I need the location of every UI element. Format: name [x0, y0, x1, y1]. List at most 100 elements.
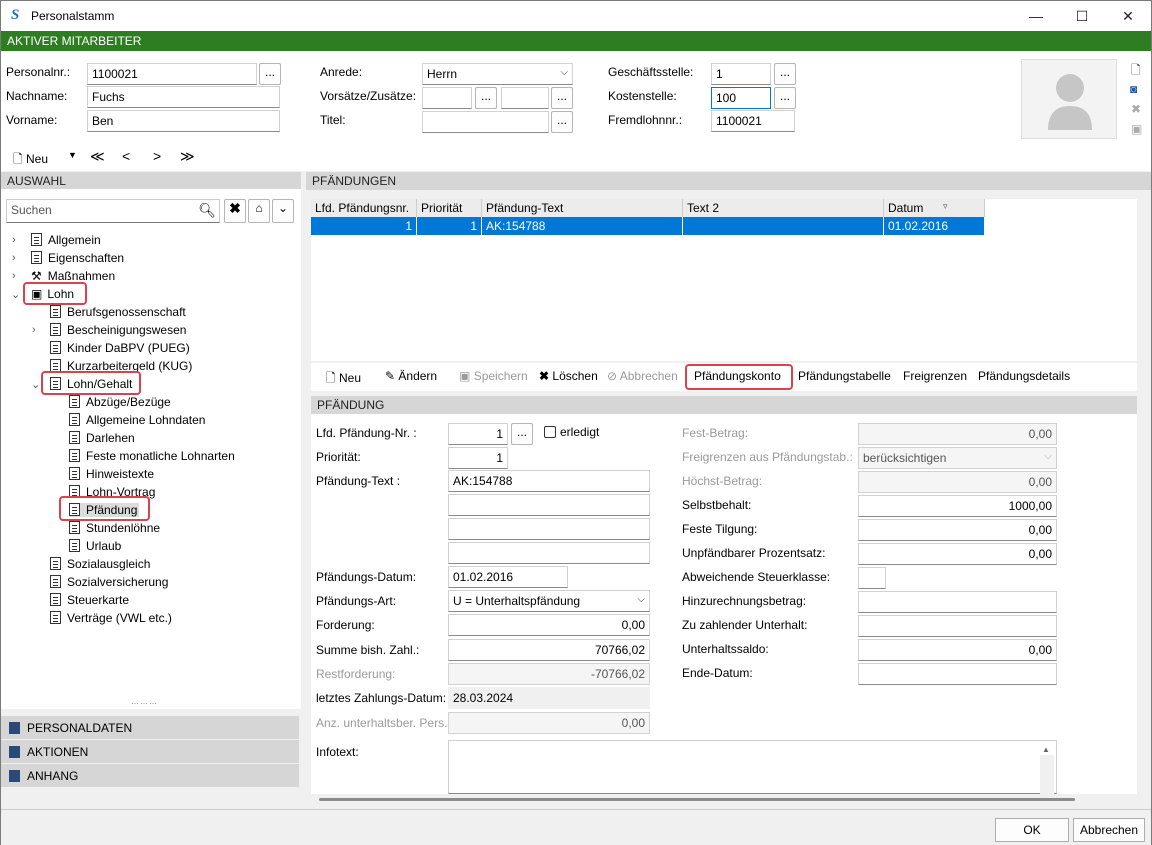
forderung-field[interactable]: 0,00: [448, 614, 650, 636]
datum-field[interactable]: 01.02.2016: [448, 566, 568, 588]
collapse-icon[interactable]: ⌄: [31, 378, 40, 391]
text-field-3[interactable]: [448, 518, 650, 540]
edit-button[interactable]: ✎ Ändern: [385, 369, 437, 383]
minimize-button[interactable]: —: [1013, 1, 1059, 31]
horizontal-scrollbar[interactable]: [319, 798, 1075, 801]
prev-record-button[interactable]: <: [122, 148, 130, 164]
zusaetze-lookup-button[interactable]: ...: [551, 87, 573, 109]
erledigt-checkbox[interactable]: [544, 426, 556, 438]
anrede-select[interactable]: Herrn ⌵: [422, 63, 573, 85]
cancel-edit-button[interactable]: ⊘ Abbrechen: [607, 369, 678, 383]
zuzahl-field[interactable]: [858, 615, 1057, 637]
tree-item-bescheinigungswesen[interactable]: Bescheinigungswesen: [50, 323, 186, 337]
geschaeftsstelle-field[interactable]: 1: [711, 63, 771, 85]
ok-button[interactable]: OK: [995, 818, 1069, 842]
search-input[interactable]: Suchen 🔍︎: [6, 199, 220, 223]
delete-icon[interactable]: ✖: [1131, 102, 1141, 116]
expand-icon[interactable]: ›: [32, 324, 36, 336]
accordion-aktionen[interactable]: AKTIONEN: [1, 740, 299, 764]
new-document-icon[interactable]: 🗋: [1131, 61, 1141, 82]
vorsaetze-field[interactable]: [422, 87, 472, 109]
art-select[interactable]: U = Unterhaltspfändung ⌵: [448, 590, 650, 612]
pfaendungsdetails-button[interactable]: Pfändungsdetails: [978, 369, 1070, 383]
personalnr-lookup-button[interactable]: ...: [259, 63, 281, 85]
column-header[interactable]: Pfändung-Text: [482, 199, 683, 217]
avatar[interactable]: [1021, 59, 1117, 139]
freigrenzen-button[interactable]: Freigrenzen: [903, 369, 967, 383]
clear-search-button[interactable]: ✖: [224, 199, 246, 223]
steuer-field[interactable]: [858, 567, 886, 589]
tree-item-sozialversicherung[interactable]: Sozialversicherung: [50, 575, 168, 589]
next-record-button[interactable]: >: [153, 148, 161, 164]
prozent-field[interactable]: 0,00: [858, 543, 1057, 565]
maximize-button[interactable]: ☐: [1059, 1, 1105, 31]
column-header[interactable]: Datum: [884, 199, 985, 217]
new-record-button[interactable]: 🗋 Neu: [13, 150, 48, 171]
expand-icon[interactable]: ›: [12, 252, 16, 264]
pfaendungstabelle-button[interactable]: Pfändungstabelle: [798, 369, 891, 383]
tree-item-lohndaten[interactable]: Allgemeine Lohndaten: [69, 413, 205, 427]
accordion-personaldaten[interactable]: PERSONALDATEN: [1, 716, 299, 740]
titel-field[interactable]: [422, 111, 549, 133]
text-field-1[interactable]: AK:154788: [448, 470, 650, 492]
tree-item-kinder[interactable]: Kinder DaBPV (PUEG): [50, 341, 190, 355]
tilgung-field[interactable]: 0,00: [858, 519, 1057, 541]
info-scrollbar[interactable]: [1040, 755, 1054, 794]
column-header[interactable]: Text 2: [683, 199, 884, 217]
zusaetze-field[interactable]: [501, 87, 549, 109]
tree-item-urlaub[interactable]: Urlaub: [69, 539, 121, 553]
text-field-2[interactable]: [448, 494, 650, 516]
delete-button[interactable]: ✖ Löschen: [539, 369, 598, 383]
tree-item-berufsgenossenschaft[interactable]: Berufsgenossenschaft: [50, 305, 186, 319]
collapse-all-button[interactable]: ⌄: [272, 199, 294, 223]
fremdlohn-field[interactable]: 1100021: [711, 110, 795, 132]
tree-item-feste-lohnarten[interactable]: Feste monatliche Lohnarten: [69, 449, 235, 463]
tree-item-eigenschaften[interactable]: Eigenschaften: [31, 251, 124, 265]
accordion-anhang[interactable]: ANHANG: [1, 764, 299, 788]
collapse-icon[interactable]: ⌄: [11, 288, 20, 301]
tree-item-stundenloehne[interactable]: Stundenlöhne: [69, 521, 160, 535]
lfd-lookup-button[interactable]: ...: [511, 423, 533, 445]
first-record-button[interactable]: ≪: [90, 148, 105, 165]
resize-grip[interactable]: ⋯⋯⋯: [131, 699, 158, 708]
tree-item-steuerkarte[interactable]: Steuerkarte: [50, 593, 129, 607]
personalnr-field[interactable]: 1100021: [87, 63, 257, 85]
tree-item-hinweistexte[interactable]: Hinweistexte: [69, 467, 154, 481]
titel-lookup-button[interactable]: ...: [551, 111, 573, 133]
tree-item-vertraege[interactable]: Verträge (VWL etc.): [50, 611, 172, 625]
summe-field[interactable]: 70766,02: [448, 639, 650, 661]
expand-icon[interactable]: ›: [12, 234, 16, 246]
hinzu-field[interactable]: [858, 591, 1057, 613]
home-button[interactable]: ⌂: [248, 199, 270, 223]
tree-item-abzuege[interactable]: Abzüge/Bezüge: [69, 395, 171, 409]
prio-field[interactable]: 1: [448, 447, 508, 469]
info-textarea[interactable]: [448, 740, 1057, 794]
cancel-button[interactable]: Abbrechen: [1073, 818, 1145, 842]
tree-item-massnahmen[interactable]: ⚒ Maßnahmen: [31, 269, 115, 283]
new-dropdown-icon[interactable]: ▼: [68, 150, 77, 160]
text-field-4[interactable]: [448, 542, 650, 564]
kostenstelle-lookup-button[interactable]: ...: [774, 87, 796, 109]
ende-field[interactable]: [858, 663, 1057, 685]
tree-item-allgemein[interactable]: Allgemein: [31, 233, 101, 247]
new-button[interactable]: 🗋 Neu: [326, 369, 361, 390]
tree-item-sozialausgleich[interactable]: Sozialausgleich: [50, 557, 150, 571]
saldo-field[interactable]: 0,00: [858, 639, 1057, 661]
vorsaetze-lookup-button[interactable]: ...: [475, 87, 497, 109]
column-header[interactable]: Lfd. Pfändungsnr.: [311, 199, 417, 217]
geschaeftsstelle-lookup-button[interactable]: ...: [774, 63, 796, 85]
expand-icon[interactable]: ›: [12, 270, 16, 282]
close-button[interactable]: ✕: [1105, 1, 1151, 31]
last-record-button[interactable]: ≫: [180, 148, 195, 165]
camera-icon[interactable]: ◙: [1130, 82, 1137, 96]
scroll-up-icon[interactable]: ▲: [1042, 745, 1050, 754]
nachname-field[interactable]: Fuchs: [87, 86, 280, 108]
column-header[interactable]: Priorität: [417, 199, 482, 217]
vorname-field[interactable]: Ben: [87, 110, 280, 132]
tree-item-darlehen[interactable]: Darlehen: [69, 431, 135, 445]
save-button[interactable]: ▣ Speichern: [459, 369, 528, 383]
save-icon[interactable]: ▣: [1131, 122, 1142, 136]
selbst-field[interactable]: 1000,00: [858, 495, 1057, 517]
kostenstelle-field[interactable]: 100: [711, 87, 771, 109]
lfd-field[interactable]: 1: [448, 423, 508, 445]
